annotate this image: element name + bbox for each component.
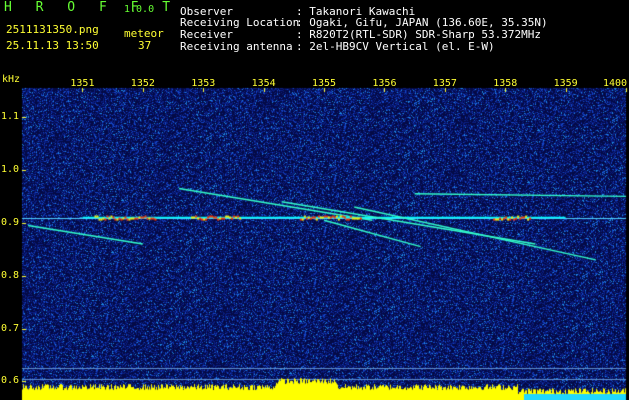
antenna-value: : 2el-HB9CV Vertical (el. E-W)	[296, 40, 495, 53]
meteor-count: 37	[138, 39, 152, 52]
y-axis-unit-label: kHz	[2, 74, 21, 85]
header-panel: H R O F F T 1.0.0 2511131350.png 25.11.1…	[0, 0, 629, 74]
y-tick-label: 1.0	[1, 163, 20, 175]
spectrogram-plot: kHz 1351 1352 1353 1354 1355 1356 1357 1358 1359…	[0, 74, 629, 400]
x-tick-label: 1359	[553, 78, 578, 89]
x-tick-label: 1353	[191, 78, 216, 89]
datetime: 25.11.13 13:50	[6, 39, 99, 52]
y-tick-label: 0.8	[1, 269, 20, 281]
antenna-label: Receiving antenna	[180, 40, 293, 53]
x-tick-label: 1356	[372, 78, 397, 89]
y-tick-label: 0.9	[1, 216, 20, 228]
x-tick-label: 1351	[70, 78, 95, 89]
y-tick-label: 0.7	[1, 322, 20, 334]
spectrogram-canvas	[0, 74, 629, 400]
y-tick-label: 1.1	[1, 111, 20, 123]
app-version: 1.0.0	[124, 4, 155, 15]
x-tick-label: 1400	[603, 78, 628, 89]
x-tick-label: 1358	[493, 78, 518, 89]
filename: 2511131350.png	[6, 23, 99, 36]
x-tick-label: 1354	[251, 78, 276, 89]
x-tick-label: 1352	[130, 78, 155, 89]
x-tick-label: 1357	[432, 78, 457, 89]
x-tick-label: 1355	[312, 78, 337, 89]
y-tick-label: 0.6	[1, 375, 20, 387]
